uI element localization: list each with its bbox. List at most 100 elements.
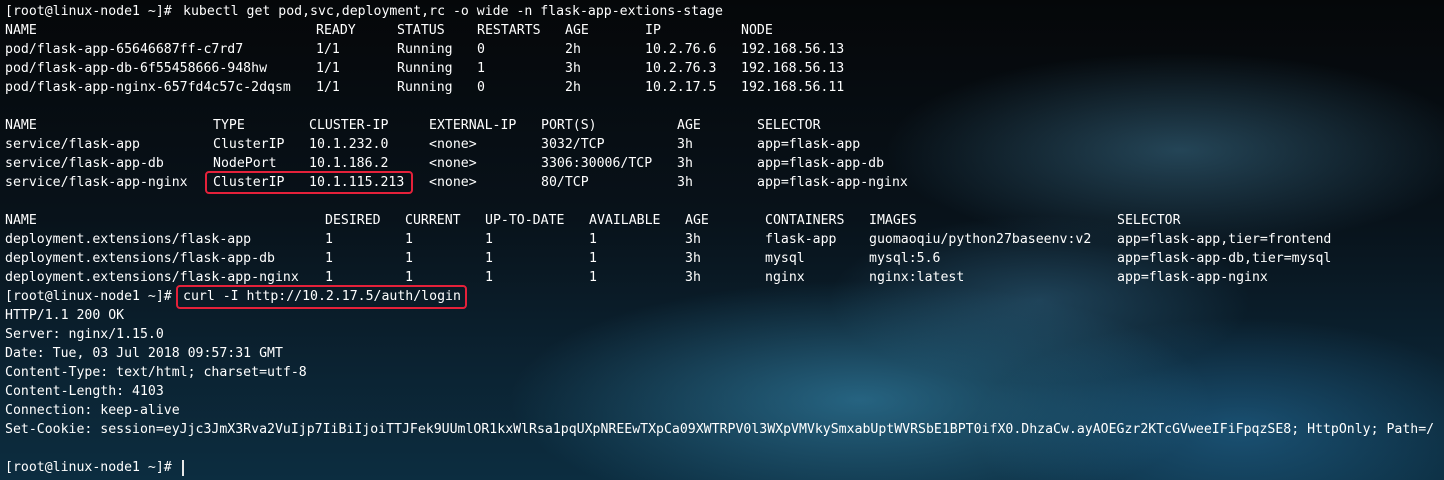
deployment-desired: 1	[325, 251, 333, 266]
response-header-set-cookie: Set-Cookie: session=eyJjc3JmX3Rva2VuIjp7…	[0, 420, 1434, 439]
pod-node: 192.168.56.11	[741, 80, 845, 95]
response-text: Content-Type: text/html; charset=utf-8	[5, 365, 307, 380]
service-type: ClusterIP	[213, 137, 285, 152]
pod-restarts: 0	[477, 42, 485, 57]
service-name: service/flask-app-nginx	[5, 175, 188, 190]
kubectl-command: kubectl get pod,svc,deployment,rc -o wid…	[183, 4, 723, 19]
highlight-box-service-ip	[205, 171, 413, 194]
pod-restarts: 1	[477, 61, 485, 76]
pod-ready: 1/1	[316, 61, 340, 76]
deployment-images: guomaoqiu/python27baseenv:v2	[869, 232, 1092, 247]
deployment-row: deployment.extensions/flask-app-db 1 1 1…	[0, 249, 1331, 268]
deployment-images: mysql:5.6	[869, 251, 941, 266]
pod-status: Running	[397, 61, 453, 76]
service-external-ip: <none>	[429, 137, 477, 152]
deployment-name: deployment.extensions/flask-app-db	[5, 251, 275, 266]
deployment-age: 3h	[685, 270, 701, 285]
response-text: Set-Cookie: session=eyJjc3JmX3Rva2VuIjp7…	[5, 422, 1435, 437]
col-header: TYPE	[213, 118, 245, 133]
deployment-age: 3h	[685, 232, 701, 247]
service-cluster-ip: 10.1.232.0	[309, 137, 389, 152]
pod-status: Running	[397, 80, 453, 95]
pod-name: pod/flask-app-nginx-657fd4c57c-2dqsm	[5, 80, 291, 95]
col-header: READY	[316, 23, 356, 38]
services-header-row: NAME TYPE CLUSTER-IP EXTERNAL-IP PORT(S)…	[0, 116, 821, 135]
response-text: Content-Length: 4103	[5, 384, 164, 399]
service-age: 3h	[677, 137, 693, 152]
command-line-kubectl: [root@linux-node1 ~]# kubectl get pod,sv…	[0, 2, 723, 21]
col-header: EXTERNAL-IP	[429, 118, 517, 133]
col-header: CURRENT	[405, 213, 461, 228]
service-age: 3h	[677, 156, 693, 171]
col-header: PORT(S)	[541, 118, 597, 133]
col-header: CLUSTER-IP	[309, 118, 389, 133]
col-header: UP-TO-DATE	[485, 213, 565, 228]
col-header: NAME	[5, 118, 37, 133]
col-header: AGE	[677, 118, 701, 133]
pod-ready: 1/1	[316, 80, 340, 95]
col-header: SELECTOR	[1117, 213, 1181, 228]
deployment-containers: nginx	[765, 270, 805, 285]
pod-ready: 1/1	[316, 42, 340, 57]
pod-age: 3h	[565, 61, 581, 76]
response-text: Server: nginx/1.15.0	[5, 327, 164, 342]
pod-row: pod/flask-app-nginx-657fd4c57c-2dqsm 1/1…	[0, 78, 844, 97]
col-header: STATUS	[397, 23, 445, 38]
deployment-containers: flask-app	[765, 232, 837, 247]
col-header: AGE	[565, 23, 589, 38]
col-header: NAME	[5, 23, 37, 38]
deployment-up-to-date: 1	[485, 270, 493, 285]
pod-restarts: 0	[477, 80, 485, 95]
response-header-server: Server: nginx/1.15.0	[0, 325, 164, 344]
response-status-line: HTTP/1.1 200 OK	[0, 306, 124, 325]
deployment-current: 1	[405, 232, 413, 247]
service-ports: 3032/TCP	[541, 137, 605, 152]
deployment-available: 1	[589, 251, 597, 266]
col-header: SELECTOR	[757, 118, 821, 133]
deployments-header-row: NAME DESIRED CURRENT UP-TO-DATE AVAILABL…	[0, 211, 1181, 230]
response-header-connection: Connection: keep-alive	[0, 401, 180, 420]
col-header: CONTAINERS	[765, 213, 845, 228]
deployment-row: deployment.extensions/flask-app-nginx 1 …	[0, 268, 1268, 287]
col-header: IMAGES	[869, 213, 917, 228]
deployment-age: 3h	[685, 251, 701, 266]
deployment-selector: app=flask-app,tier=frontend	[1117, 232, 1332, 247]
pod-age: 2h	[565, 42, 581, 57]
service-selector: app=flask-app	[757, 137, 861, 152]
deployment-selector: app=flask-app-db,tier=mysql	[1117, 251, 1332, 266]
deployment-containers: mysql	[765, 251, 805, 266]
pod-row: pod/flask-app-65646687ff-c7rd7 1/1 Runni…	[0, 40, 844, 59]
col-header: IP	[645, 23, 661, 38]
service-external-ip: <none>	[429, 156, 477, 171]
service-row: service/flask-app-nginx ClusterIP 10.1.1…	[0, 173, 908, 192]
pod-name: pod/flask-app-db-6f55458666-948hw	[5, 61, 268, 76]
deployment-up-to-date: 1	[485, 232, 493, 247]
shell-prompt: [root@linux-node1 ~]#	[5, 289, 172, 304]
highlight-box-curl-command	[176, 285, 467, 309]
response-text: HTTP/1.1 200 OK	[5, 308, 125, 323]
col-header: AGE	[685, 213, 709, 228]
text-cursor	[182, 460, 184, 476]
command-line-curl: [root@linux-node1 ~]# curl -I http://10.…	[0, 287, 461, 306]
service-ports: 3306:30006/TCP	[541, 156, 653, 171]
deployment-up-to-date: 1	[485, 251, 493, 266]
response-header-content-length: Content-Length: 4103	[0, 382, 164, 401]
service-selector: app=flask-app-db	[757, 156, 885, 171]
deployment-images: nginx:latest	[869, 270, 965, 285]
pod-ip: 10.2.76.3	[645, 61, 717, 76]
service-name: service/flask-app-db	[5, 156, 164, 171]
shell-prompt: [root@linux-node1 ~]#	[5, 460, 172, 475]
service-selector: app=flask-app-nginx	[757, 175, 908, 190]
service-ports: 80/TCP	[541, 175, 589, 190]
response-header-date: Date: Tue, 03 Jul 2018 09:57:31 GMT	[0, 344, 283, 363]
deployment-available: 1	[589, 270, 597, 285]
deployment-desired: 1	[325, 232, 333, 247]
service-age: 3h	[677, 175, 693, 190]
shell-prompt: [root@linux-node1 ~]#	[5, 4, 172, 19]
pods-header-row: NAME READY STATUS RESTARTS AGE IP NODE	[0, 21, 773, 40]
col-header: NODE	[741, 23, 773, 38]
pod-node: 192.168.56.13	[741, 61, 845, 76]
col-header: NAME	[5, 213, 37, 228]
terminal-window[interactable]: [root@linux-node1 ~]# kubectl get pod,sv…	[0, 0, 1444, 480]
deployment-row: deployment.extensions/flask-app 1 1 1 1 …	[0, 230, 1331, 249]
